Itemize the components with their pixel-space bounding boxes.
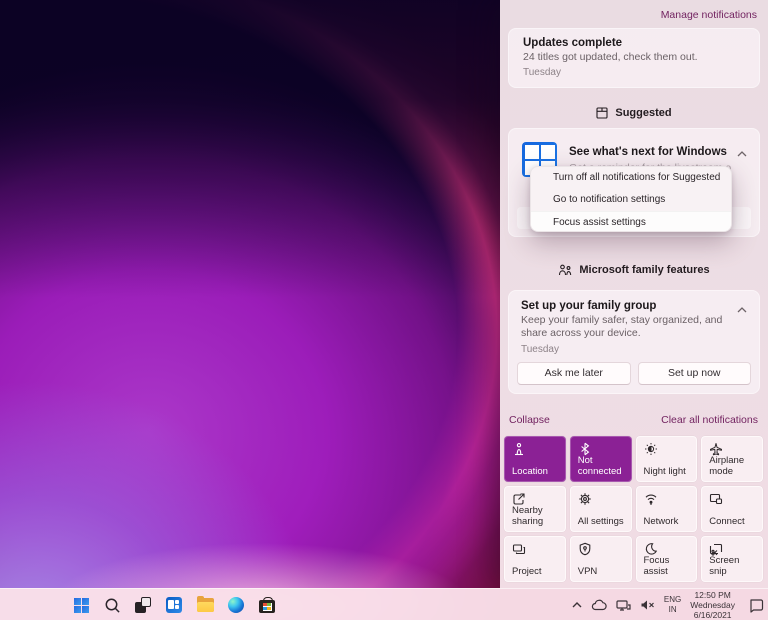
quick-tile-label: Nearby sharing: [512, 504, 544, 527]
collapse-card-button[interactable]: [737, 151, 747, 157]
quick-tile-label: Night light: [643, 465, 686, 477]
quick-tile-night-light[interactable]: Night light: [635, 436, 698, 482]
notification-body: Keep your family safer, stay organized, …: [521, 314, 723, 340]
file-explorer-icon: [196, 596, 214, 612]
system-tray: ENG IN 12:50 PM Wednesday 6/16/2021: [572, 589, 764, 620]
edge-icon: [228, 597, 244, 613]
chevron-up-icon: [737, 151, 747, 157]
clock-day: Wednesday: [690, 599, 735, 610]
quick-tile-focus-assist[interactable]: Focus assist: [635, 536, 698, 582]
menu-item-turn-off-notifications[interactable]: Turn off all notifications for Suggested: [531, 167, 731, 189]
taskbar-app-icons: [72, 589, 276, 620]
widgets-button[interactable]: [165, 596, 183, 614]
quick-tile-label: Project: [512, 565, 542, 577]
start-button[interactable]: [72, 596, 90, 614]
quick-tile-label: VPN: [577, 565, 598, 577]
menu-item-notification-settings[interactable]: Go to notification settings: [531, 189, 731, 211]
quick-tile-label: All settings: [577, 515, 624, 527]
quick-tile-label: Location: [512, 465, 548, 477]
quick-tile-screen-snip[interactable]: Screen snip: [701, 536, 763, 582]
quick-tile-connect[interactable]: Connect: [701, 486, 763, 532]
notification-body: 24 titles got updated, check them out.: [523, 51, 698, 63]
search-button[interactable]: [103, 596, 121, 614]
ethernet-icon: [616, 599, 631, 611]
quick-tile-all-settings[interactable]: All settings: [569, 486, 632, 532]
task-view-icon: [135, 597, 151, 613]
location-icon: [512, 442, 526, 456]
quick-tile-label: Network: [643, 515, 679, 527]
quick-tile-label: Airplane mode: [709, 454, 745, 477]
notification-card-family[interactable]: Set up your family group Keep your famil…: [508, 290, 760, 394]
quick-tile-project[interactable]: Project: [504, 536, 566, 582]
language-indicator[interactable]: ENG IN: [664, 595, 681, 615]
start-icon: [73, 597, 89, 613]
network-icon: [644, 492, 658, 506]
volume-muted-icon: [641, 600, 654, 610]
microsoft-store-button[interactable]: [258, 596, 276, 614]
taskbar: ENG IN 12:50 PM Wednesday 6/16/2021: [0, 588, 768, 620]
quick-tile-label: Focus assist: [643, 554, 670, 577]
widgets-icon: [166, 597, 182, 613]
notification-title: Updates complete: [523, 37, 623, 49]
network-tray-button[interactable]: [616, 599, 631, 612]
quick-tile-label: Connect: [709, 515, 745, 527]
notification-bubble-icon: [750, 598, 764, 613]
ask-me-later-button[interactable]: Ask me later: [517, 362, 631, 385]
notification-title: See what's next for Windows: [569, 146, 727, 158]
notification-title: Set up your family group: [521, 300, 657, 312]
project-icon: [512, 542, 526, 556]
task-view-button[interactable]: [134, 596, 152, 614]
section-label: Suggested: [615, 107, 672, 119]
volume-tray-button[interactable]: [640, 599, 655, 611]
notification-timestamp: Tuesday: [521, 344, 559, 356]
quick-tile-network[interactable]: Network: [635, 486, 698, 532]
app-window-icon: [596, 107, 608, 119]
notification-timestamp: Tuesday: [523, 67, 561, 78]
settings-gear-icon: [578, 492, 592, 506]
night-light-icon: [644, 442, 658, 456]
quick-tile-label: Not connected: [577, 454, 622, 477]
notification-center-panel: Manage notifications Updates complete 24…: [500, 0, 768, 588]
chevron-up-icon: [572, 602, 582, 608]
file-explorer-button[interactable]: [196, 596, 214, 614]
edge-button[interactable]: [227, 596, 245, 614]
quick-tile-airplane-mode[interactable]: Airplane mode: [701, 436, 763, 482]
manage-notifications-link[interactable]: Manage notifications: [661, 9, 757, 21]
quick-tile-location[interactable]: Location: [504, 436, 566, 482]
quick-tile-bluetooth[interactable]: Not connected: [569, 436, 632, 482]
quick-tile-vpn[interactable]: VPN: [569, 536, 632, 582]
section-header-family: Microsoft family features: [500, 264, 768, 276]
clock-time: 12:50 PM: [694, 589, 731, 600]
connect-icon: [709, 492, 723, 506]
tray-overflow-button[interactable]: [572, 602, 582, 608]
quick-tile-label: Screen snip: [709, 554, 740, 577]
chevron-up-icon: [737, 307, 747, 313]
menu-item-focus-assist-settings[interactable]: Focus assist settings: [531, 211, 731, 231]
taskbar-clock[interactable]: 12:50 PM Wednesday 6/16/2021: [690, 590, 735, 620]
quick-settings-grid: Location Not connected Night light Airpl…: [504, 436, 763, 582]
clear-all-notifications-link[interactable]: Clear all notifications: [661, 414, 758, 426]
set-up-now-button[interactable]: Set up now: [637, 362, 751, 385]
section-header-suggested: Suggested: [500, 107, 768, 119]
onedrive-button[interactable]: [591, 599, 607, 611]
notification-center-button[interactable]: [748, 598, 764, 613]
quick-tile-nearby-sharing[interactable]: Nearby sharing: [504, 486, 566, 532]
notification-context-menu: Turn off all notifications for Suggested…: [530, 166, 732, 232]
microsoft-store-icon: [259, 597, 275, 613]
family-icon: [559, 264, 572, 276]
section-label: Microsoft family features: [579, 264, 710, 276]
collapse-card-button[interactable]: [737, 307, 747, 313]
collapse-link[interactable]: Collapse: [509, 414, 550, 426]
vpn-shield-icon: [578, 542, 592, 556]
onedrive-cloud-icon: [591, 599, 607, 611]
notification-card-updates[interactable]: Updates complete 24 titles got updated, …: [508, 28, 760, 88]
search-icon: [105, 598, 120, 613]
clock-date: 6/16/2021: [693, 610, 732, 620]
